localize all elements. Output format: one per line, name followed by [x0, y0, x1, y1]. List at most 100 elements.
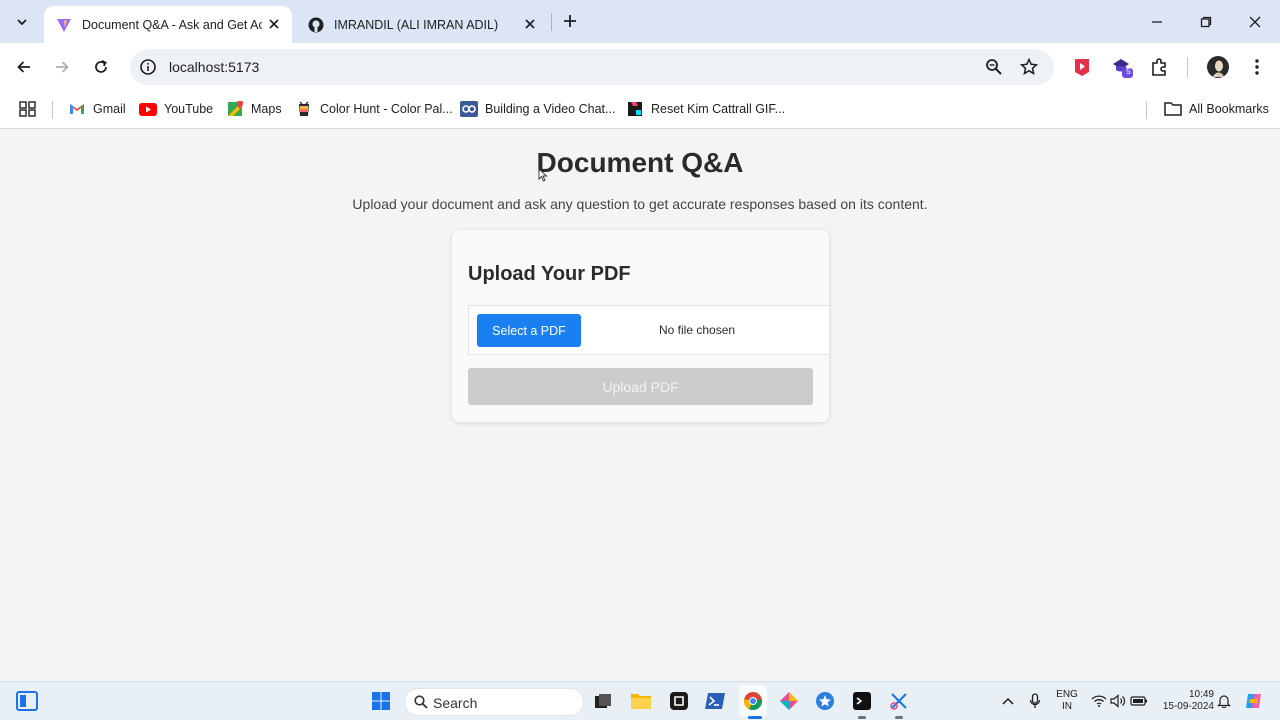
upload-pdf-button[interactable]: Upload PDF	[468, 368, 813, 405]
search-placeholder: Search	[433, 695, 478, 711]
browser-toolbar: localhost:5173 5	[0, 43, 1280, 91]
chevron-down-icon	[17, 19, 27, 26]
bookmark-maps[interactable]: Maps	[226, 99, 282, 119]
tab-title: IMRANDIL (ALI IMRAN ADIL)	[334, 17, 499, 32]
reload-button[interactable]	[87, 53, 115, 81]
youtube-icon	[139, 101, 157, 117]
search-icon	[414, 695, 428, 709]
clock-date: 15-09-2024	[1162, 701, 1214, 712]
bookmarks-divider	[1146, 101, 1147, 119]
bookmark-colorhunt[interactable]: Color Hunt - Color Pal...	[295, 99, 453, 119]
mouse-cursor-icon	[538, 168, 548, 182]
bookmark-gif[interactable]: Reset Kim Cattrall GIF...	[626, 99, 785, 119]
profile-avatar[interactable]	[1206, 55, 1230, 79]
clock-time: 10:49	[1188, 689, 1214, 700]
tab-divider	[551, 13, 552, 31]
snipping-tool-icon[interactable]	[887, 689, 911, 713]
bookmark-label: Color Hunt - Color Pal...	[320, 102, 453, 116]
video-chat-icon	[460, 101, 478, 117]
language-code: ENG	[1056, 689, 1078, 700]
file-explorer-icon[interactable]	[629, 689, 653, 713]
restore-button[interactable]	[1182, 0, 1230, 43]
page-title: Document Q&A	[536, 147, 744, 178]
github-icon	[308, 17, 324, 33]
all-bookmarks-label: All Bookmarks	[1189, 102, 1269, 116]
close-icon	[1249, 16, 1261, 27]
copilot-icon[interactable]	[1242, 689, 1266, 713]
input-language[interactable]: ENG IN	[1052, 689, 1082, 713]
microphone-icon[interactable]	[1023, 689, 1047, 713]
widgets-icon[interactable]	[15, 689, 39, 713]
battery-icon[interactable]	[1127, 689, 1151, 713]
tab-title: Document Q&A - Ask and Get Acc	[82, 17, 262, 32]
gmail-icon	[68, 101, 86, 117]
colorhunt-icon	[295, 101, 313, 117]
notifications-bell-icon[interactable]	[1212, 689, 1236, 713]
app-terminal-icon[interactable]	[850, 689, 874, 713]
new-tab-button[interactable]	[558, 9, 582, 33]
bookmark-label: Maps	[251, 102, 282, 116]
active-indicator	[748, 716, 762, 719]
extension-badge: 5	[1126, 67, 1131, 76]
forward-arrow-icon	[56, 61, 69, 73]
select-pdf-button[interactable]: Select a PDF	[477, 314, 581, 347]
chrome-icon[interactable]	[741, 689, 765, 713]
bookmark-label: Building a Video Chat...	[485, 102, 616, 116]
bookmark-youtube[interactable]: YouTube	[139, 99, 213, 119]
region-code: IN	[1062, 701, 1072, 712]
tab-github[interactable]: IMRANDIL (ALI IMRAN ADIL)	[296, 6, 548, 43]
folder-icon	[1164, 101, 1182, 117]
app-dark-icon[interactable]	[667, 689, 691, 713]
taskbar-search[interactable]: Search	[404, 688, 584, 716]
tab-strip: Document Q&A - Ask and Get Acc IMRANDIL …	[0, 0, 1280, 43]
file-input[interactable]: Select a PDF No file chosen	[468, 305, 829, 355]
zoom-icon[interactable]	[984, 57, 1004, 77]
vite-icon	[56, 17, 72, 33]
reload-icon	[95, 59, 107, 73]
apps-button[interactable]	[19, 99, 37, 119]
bookmark-star-icon[interactable]	[1019, 57, 1039, 77]
all-bookmarks-button[interactable]: All Bookmarks	[1164, 99, 1269, 119]
close-tab-icon[interactable]	[522, 16, 538, 32]
running-indicator	[858, 716, 866, 719]
minimize-icon	[1152, 20, 1162, 23]
powershell-icon[interactable]	[703, 689, 727, 713]
tab-search-button[interactable]	[8, 8, 36, 36]
clock[interactable]: 10:49 15-09-2024	[1156, 689, 1214, 713]
restore-icon	[1200, 16, 1212, 27]
close-window-button[interactable]	[1231, 0, 1279, 43]
plus-icon	[564, 15, 576, 27]
maps-icon	[226, 101, 244, 117]
bookmark-label: Gmail	[93, 102, 126, 116]
upload-heading: Upload Your PDF	[468, 263, 631, 285]
site-info-icon[interactable]	[139, 58, 157, 76]
bookmark-gmail[interactable]: Gmail	[68, 99, 126, 119]
file-status-text: No file chosen	[659, 323, 736, 337]
tab-document-qa[interactable]: Document Q&A - Ask and Get Acc	[44, 6, 292, 43]
tray-chevron-up-icon[interactable]	[996, 689, 1020, 713]
bookmarks-bar: Gmail YouTube Maps Color Hunt - Color Pa…	[0, 91, 1280, 129]
bookmark-label: YouTube	[164, 102, 214, 116]
extension-red-icon[interactable]	[1070, 55, 1094, 79]
gif-icon	[626, 101, 644, 117]
apps-grid-icon	[19, 101, 36, 117]
upload-card: Upload Your PDF Select a PDF No file cho…	[452, 230, 829, 422]
bookmarks-divider	[52, 101, 53, 119]
bookmark-video-chat[interactable]: Building a Video Chat...	[460, 99, 615, 119]
windows-taskbar: Search ENG IN 10:49 15-09-2024	[0, 681, 1280, 720]
url-text: localhost:5173	[169, 59, 260, 75]
app-star-icon[interactable]	[813, 689, 837, 713]
close-tab-icon[interactable]	[266, 16, 282, 32]
start-windows-icon[interactable]	[369, 689, 393, 713]
bookmark-label: Reset Kim Cattrall GIF...	[651, 102, 786, 116]
chrome-menu-icon[interactable]	[1245, 55, 1269, 79]
minimize-button[interactable]	[1133, 0, 1181, 43]
address-bar[interactable]: localhost:5173	[130, 49, 1054, 85]
forward-button[interactable]	[48, 53, 76, 81]
extensions-puzzle-icon[interactable]	[1148, 55, 1172, 79]
extension-purple-icon[interactable]: 5	[1110, 55, 1134, 79]
app-colorful-icon[interactable]	[777, 689, 801, 713]
task-view-icon[interactable]	[591, 689, 615, 713]
back-arrow-icon	[17, 61, 30, 73]
back-button[interactable]	[10, 53, 38, 81]
